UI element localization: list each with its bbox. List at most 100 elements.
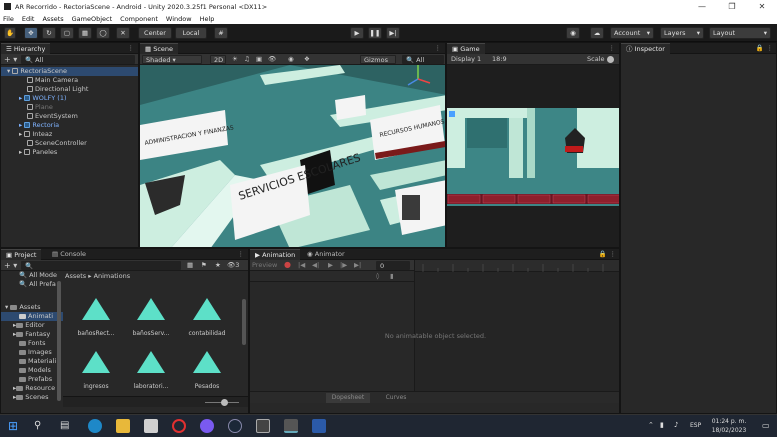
effects-icon[interactable]: ▣ xyxy=(256,55,262,63)
word-icon[interactable] xyxy=(312,419,326,433)
minimize-button[interactable]: — xyxy=(687,0,717,13)
tree-item-animations[interactable]: Animati xyxy=(1,312,63,321)
panel-menu-icon[interactable]: ⋮ xyxy=(609,44,616,52)
asset-item[interactable]: laboratori... xyxy=(123,351,179,390)
panel-menu-icon[interactable]: ⋮ xyxy=(767,44,774,52)
tree-item[interactable]: Materiali xyxy=(1,357,63,366)
hidden-packages-icon[interactable]: 👁3 xyxy=(227,261,239,269)
maximize-button[interactable]: ❐ xyxy=(717,0,747,13)
unity-hub-icon[interactable] xyxy=(256,419,270,433)
hierarchy-item[interactable]: SceneController xyxy=(1,139,138,148)
hierarchy-item[interactable]: EventSystem xyxy=(1,112,138,121)
menu-file[interactable]: File xyxy=(3,15,14,23)
prev-key-button[interactable]: ◀| xyxy=(312,261,319,269)
lock-icon[interactable]: 🔒 xyxy=(756,44,764,52)
panel-menu-icon[interactable]: ⋮ xyxy=(128,44,135,52)
pivot-center-button[interactable]: Center xyxy=(138,27,172,39)
audio-icon[interactable]: ♫ xyxy=(244,55,250,63)
timeline-ruler[interactable] xyxy=(414,260,619,272)
file-explorer-icon[interactable] xyxy=(116,419,130,433)
grid-snap-button[interactable]: # xyxy=(214,27,228,39)
hidden-objects-icon[interactable]: 👁 xyxy=(268,55,276,63)
add-object-button[interactable]: + ▾ xyxy=(4,55,17,64)
home-icon[interactable] xyxy=(449,111,455,117)
layers-dropdown[interactable]: Layers ▾ xyxy=(660,27,704,39)
dopesheet-button[interactable]: Dopesheet xyxy=(326,393,370,403)
rect-tool-button[interactable]: ▦ xyxy=(78,27,92,39)
cloud-icon[interactable]: ☁ xyxy=(590,27,604,39)
2d-toggle[interactable]: 2D xyxy=(210,55,226,64)
tree-item[interactable]: Models xyxy=(1,366,63,375)
tab-inspector[interactable]: ⓘ Inspector xyxy=(621,43,670,54)
hierarchy-item[interactable]: ▸ Inteaz xyxy=(1,130,138,139)
custom-tool-button[interactable]: ✕ xyxy=(116,27,130,39)
hierarchy-item[interactable]: ▸ Paneles xyxy=(1,148,138,157)
add-event-icon[interactable]: ▮ xyxy=(390,272,394,280)
tab-console[interactable]: ▤ Console xyxy=(47,249,91,260)
preview-toggle[interactable]: Preview xyxy=(252,261,277,269)
hierarchy-item[interactable]: ▸ Rectoria xyxy=(1,121,138,130)
last-key-button[interactable]: ▶| xyxy=(354,261,361,269)
tree-item[interactable]: Images xyxy=(1,348,63,357)
unity-editor-icon[interactable] xyxy=(284,419,298,433)
tree-item-assets[interactable]: ▾ Assets xyxy=(1,303,63,312)
asset-item[interactable]: bañosRect... xyxy=(68,298,124,337)
shading-mode-dropdown[interactable]: Shaded ▾ xyxy=(142,55,202,64)
edge-icon[interactable] xyxy=(88,419,102,433)
menu-component[interactable]: Component xyxy=(120,15,158,23)
rotate-tool-button[interactable]: ↻ xyxy=(42,27,56,39)
tree-item[interactable]: Fonts xyxy=(1,339,63,348)
menu-help[interactable]: Help xyxy=(200,15,215,23)
hand-tool-button[interactable]: ✋ xyxy=(4,27,16,39)
volume-icon[interactable]: ♪ xyxy=(674,421,678,429)
tab-project[interactable]: ▣ Project xyxy=(1,249,42,260)
close-button[interactable]: ✕ xyxy=(747,0,777,13)
lighting-icon[interactable]: ☀ xyxy=(232,55,238,63)
start-icon[interactable]: ⊞ xyxy=(8,419,22,433)
move-tool-button[interactable]: ✥ xyxy=(24,27,38,39)
tab-scene[interactable]: ▦ Scene xyxy=(140,43,179,54)
pivot-local-button[interactable]: Local xyxy=(175,27,207,39)
hierarchy-item-scene[interactable]: ▾ RectoriaScene xyxy=(1,67,138,76)
favorite-item[interactable]: 🔍 All Mode xyxy=(1,271,63,280)
asset-item[interactable]: bañosServ... xyxy=(123,298,179,337)
panel-menu-icon[interactable]: ⋮ xyxy=(610,250,617,258)
search-icon[interactable]: ⚲ xyxy=(34,419,48,433)
curves-button[interactable]: Curves xyxy=(374,393,418,403)
scene-viewport[interactable]: SERVICIOS ESCOLARES ADMINISTRACION Y FIN… xyxy=(140,65,446,248)
filter-label-icon[interactable]: ⚑ xyxy=(201,261,207,269)
transform-tool-button[interactable]: ◯ xyxy=(96,27,110,39)
layout-dropdown[interactable]: Layout ▾ xyxy=(709,27,771,39)
task-view-icon[interactable]: ▤ xyxy=(60,419,74,433)
tree-item[interactable]: ▸ Fantasy xyxy=(1,330,63,339)
asset-item[interactable]: contabilidad xyxy=(179,298,235,337)
scale-slider[interactable] xyxy=(607,56,614,63)
tree-item[interactable]: ▸ Scenes xyxy=(1,393,63,402)
tools-icon[interactable]: ❖ xyxy=(304,55,310,63)
icon-size-slider[interactable] xyxy=(221,399,228,406)
filter-type-icon[interactable]: ▦ xyxy=(187,261,193,269)
tray-chevron-icon[interactable]: ⌃ xyxy=(648,421,654,429)
camera-icon[interactable]: ◉ xyxy=(288,55,294,63)
notifications-icon[interactable]: ▭ xyxy=(762,421,770,430)
clock[interactable]: 01:24 p. m. 18/02/2023 xyxy=(705,417,753,435)
discord-icon[interactable] xyxy=(200,419,214,433)
scale-tool-button[interactable]: ▢ xyxy=(60,27,74,39)
add-keyframe-icon[interactable]: ◊ xyxy=(376,272,379,280)
hierarchy-search-input[interactable]: 🔍 All xyxy=(21,55,135,64)
opera-icon[interactable] xyxy=(172,419,186,433)
tab-game[interactable]: ▣ Game xyxy=(447,43,485,54)
asset-item[interactable]: Pesados xyxy=(179,351,235,390)
tree-scrollbar[interactable] xyxy=(57,281,61,401)
tab-animation[interactable]: ▶ Animation xyxy=(250,249,301,260)
collab-icon[interactable]: ◉ xyxy=(566,27,580,39)
asset-item[interactable]: ingresos xyxy=(68,351,124,390)
breadcrumb-animations[interactable]: Animations xyxy=(94,272,131,280)
store-icon[interactable] xyxy=(144,419,158,433)
tree-item[interactable]: ▸ Editor xyxy=(1,321,63,330)
panel-menu-icon[interactable]: ⋮ xyxy=(238,250,245,258)
scene-search-input[interactable]: 🔍 All xyxy=(402,55,444,64)
favorite-icon[interactable]: ★ xyxy=(215,261,221,269)
panel-menu-icon[interactable]: ⋮ xyxy=(435,44,442,52)
menu-assets[interactable]: Assets xyxy=(42,15,63,23)
